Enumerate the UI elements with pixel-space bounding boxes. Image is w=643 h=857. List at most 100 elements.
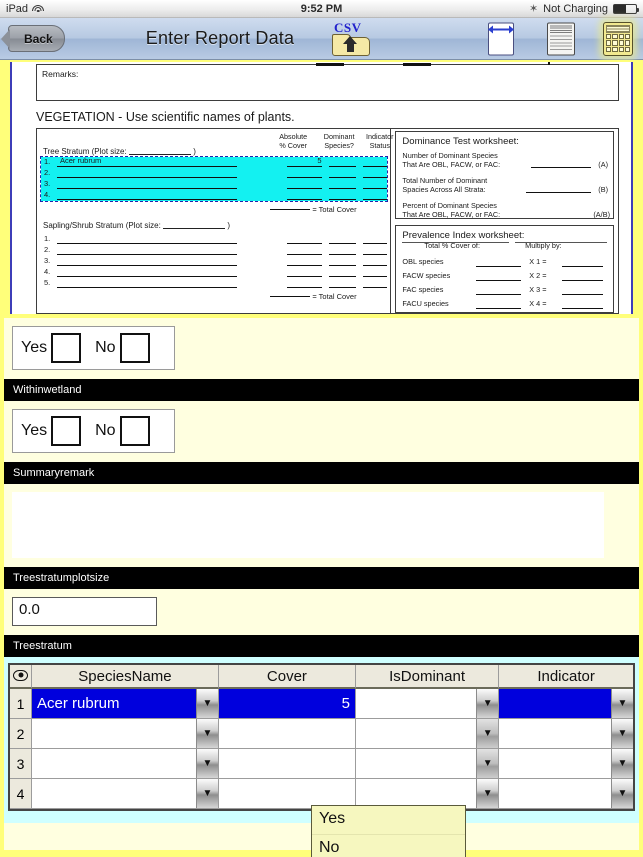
cell-speciesname-3[interactable]: ▼ — [32, 749, 219, 779]
tree-row-2: 2. — [41, 168, 388, 179]
cell-indicator-2[interactable]: ▼ — [499, 719, 633, 749]
hydrophytic-no-checkbox[interactable] — [119, 333, 150, 363]
withinwetland-yes-checkbox[interactable] — [51, 416, 82, 446]
eye-icon — [13, 669, 28, 681]
cell-speciesname-4-value — [32, 779, 218, 808]
table-row[interactable]: 2 ▼ ▼ ▼ — [10, 719, 633, 749]
tree-row-1: 1. Acer rubrum 5 — [41, 156, 388, 168]
remarks-label: Remarks: — [42, 69, 79, 79]
dropdown-isdominant-4[interactable]: ▼ — [476, 779, 499, 808]
back-button[interactable]: Back — [8, 25, 65, 52]
dropdown-indicator-3[interactable]: ▼ — [611, 749, 633, 778]
remarks-box: Remarks: — [36, 62, 619, 101]
cell-speciesname-1[interactable]: Acer rubrum ▼ — [32, 689, 219, 719]
csv-export-icon[interactable]: CSV — [332, 20, 372, 57]
section-header-treestratumplotsize: Treestratumplotsize — [0, 567, 643, 589]
hydrophytic-yes-checkbox[interactable] — [51, 333, 82, 363]
treestratumplotsize-input[interactable]: 0.0 — [12, 597, 157, 626]
column-header-speciesname[interactable]: SpeciesName — [32, 665, 219, 689]
wetland-determination-form: Remarks: VEGETATION - Use scientific nam… — [10, 62, 633, 314]
cell-speciesname-4[interactable]: ▼ — [32, 779, 219, 809]
tree-row-3: 3. — [41, 179, 388, 190]
dropdown-isdominant-1[interactable]: ▼ — [476, 689, 499, 718]
form-tick-b — [403, 63, 432, 66]
table-row[interactable]: 1 Acer rubrum ▼ 5 ▼ ▼ — [10, 689, 633, 719]
row-number-1[interactable]: 1 — [10, 689, 32, 719]
cell-isdominant-3[interactable]: ▼ — [355, 749, 500, 779]
row-number-2[interactable]: 2 — [10, 719, 32, 749]
cell-cover-1[interactable]: 5 — [218, 689, 356, 719]
isdominant-dropdown-menu[interactable]: Yes No — [311, 805, 466, 857]
cell-cover-4-value — [219, 779, 355, 808]
doc-body-lines — [550, 35, 572, 52]
cell-speciesname-2[interactable]: ▼ — [32, 719, 219, 749]
dominance-tag-a: (A) — [598, 160, 608, 169]
sapling-plot-size-blank — [163, 228, 226, 229]
calculator-icon[interactable] — [603, 21, 633, 56]
dropdown-option-yes[interactable]: Yes — [312, 806, 465, 834]
cell-cover-3[interactable] — [218, 749, 356, 779]
dropdown-option-no[interactable]: No — [312, 834, 465, 857]
right-page-edge — [639, 318, 643, 857]
page-title: Enter Report Data — [145, 28, 295, 48]
withinwetland-no-label: No — [95, 422, 116, 439]
treestratum-grid[interactable]: SpeciesName Cover IsDominant Indicator 1… — [8, 663, 635, 811]
withinwetland-yesno-control[interactable]: Yes No — [12, 409, 175, 453]
dropdown-indicator-1[interactable]: ▼ — [611, 689, 633, 718]
dropdown-speciesname-1[interactable]: ▼ — [195, 689, 218, 718]
dropdown-isdominant-3[interactable]: ▼ — [476, 749, 499, 778]
sapling-row-5: 5. — [41, 278, 388, 289]
tree-total-cover: = Total Cover — [270, 205, 357, 214]
dropdown-indicator-2[interactable]: ▼ — [611, 719, 633, 748]
cell-isdominant-1[interactable]: ▼ — [355, 689, 500, 719]
vegetation-right-column: Dominance Test worksheet: Number of Domi… — [391, 129, 618, 313]
row-number-3[interactable]: 3 — [10, 749, 32, 779]
calc-keys — [606, 33, 630, 53]
col-dominant-species: Dominant Species? — [323, 132, 355, 150]
cell-cover-2[interactable] — [218, 719, 356, 749]
hydrophytic-yesno-control[interactable]: Yes No — [12, 326, 175, 370]
cell-cover-2-value — [219, 719, 355, 748]
form-scroll-content[interactable]: Remarks: VEGETATION - Use scientific nam… — [0, 60, 643, 857]
dropdown-indicator-4[interactable]: ▼ — [611, 779, 633, 808]
sapling-row-2: 2. — [41, 245, 388, 256]
dominance-title: Dominance Test worksheet: — [402, 136, 519, 147]
withinwetland-no-checkbox[interactable] — [119, 416, 150, 446]
page-width-icon[interactable] — [488, 22, 514, 55]
cell-indicator-4[interactable]: ▼ — [499, 779, 633, 809]
grid-select-all-header[interactable] — [10, 665, 32, 689]
left-page-edge — [0, 318, 4, 857]
col-absolute-cover: Absolute % Cover — [279, 132, 308, 150]
prevalence-row-fac: FAC species X 3 = — [402, 284, 607, 297]
ios-status-bar: iPad 9:52 PM ✶ Not Charging — [0, 0, 643, 18]
bluetooth-icon: ✶ — [528, 3, 539, 15]
treestratum-grid-container: SpeciesName Cover IsDominant Indicator 1… — [0, 657, 643, 823]
refresh-report-icon[interactable]: ↶ — [547, 22, 575, 55]
form-tick-a — [315, 63, 344, 66]
cell-indicator-3[interactable]: ▼ — [499, 749, 633, 779]
dropdown-speciesname-4[interactable]: ▼ — [195, 779, 218, 808]
prevalence-row-facw: FACW species X 2 = — [402, 270, 607, 283]
dropdown-isdominant-2[interactable]: ▼ — [476, 719, 499, 748]
dropdown-speciesname-2[interactable]: ▼ — [195, 719, 218, 748]
tree-stratum-label: Tree Stratum (Plot size: ) — [43, 147, 196, 156]
hydrophytic-no-label: No — [95, 339, 116, 356]
dropdown-speciesname-3[interactable]: ▼ — [195, 749, 218, 778]
form-image-panel[interactable]: Remarks: VEGETATION - Use scientific nam… — [0, 60, 643, 318]
table-row[interactable]: 3 ▼ ▼ ▼ — [10, 749, 633, 779]
summaryremark-textarea[interactable] — [12, 492, 604, 558]
column-header-cover[interactable]: Cover — [218, 665, 356, 689]
dominance-row-3: Percent of Dominant Species That Are OBL… — [402, 201, 501, 219]
vegetation-box: Absolute % Cover Dominant Species? Indic… — [36, 128, 619, 314]
cell-indicator-1[interactable]: ▼ — [499, 689, 633, 719]
status-right: ✶ Not Charging — [528, 2, 639, 15]
prevalence-row-obl: OBL species X 1 = — [402, 256, 607, 269]
vegetation-section-title: VEGETATION - Use scientific names of pla… — [36, 110, 295, 124]
row-number-4[interactable]: 4 — [10, 779, 32, 809]
plot-size-blank — [128, 154, 191, 155]
navigation-bar: Back Enter Report Data CSV ↶ — [0, 18, 643, 60]
dominance-row-1: Number of Dominant Species That Are OBL,… — [402, 151, 501, 169]
cell-isdominant-2[interactable]: ▼ — [355, 719, 500, 749]
column-header-isdominant[interactable]: IsDominant — [355, 665, 500, 689]
column-header-indicator[interactable]: Indicator — [499, 665, 633, 689]
